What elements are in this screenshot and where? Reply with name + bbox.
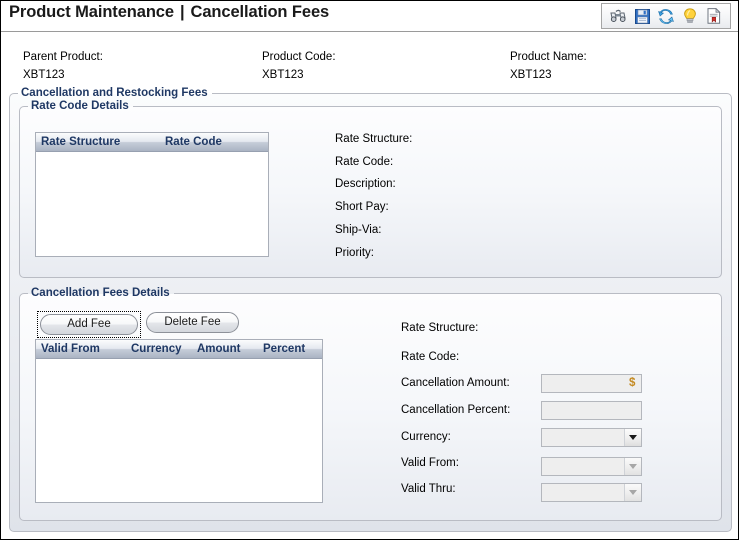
fees-grid-col-valid-from[interactable]: Valid From bbox=[36, 343, 126, 355]
lightbulb-icon[interactable] bbox=[678, 5, 702, 27]
fees-grid-col-currency[interactable]: Currency bbox=[126, 343, 192, 355]
report-icon[interactable] bbox=[702, 5, 726, 27]
page-title-separator: | bbox=[179, 3, 185, 21]
product-name-value: XBT123 bbox=[510, 69, 552, 81]
priority-label: Priority: bbox=[335, 247, 374, 259]
cancellation-and-restocking-fees-legend: Cancellation and Restocking Fees bbox=[21, 87, 208, 99]
fees-grid-col-amount[interactable]: Amount bbox=[192, 343, 258, 355]
description-label: Description: bbox=[335, 178, 396, 190]
title-bar: Product Maintenance | Cancellation Fees bbox=[1, 1, 738, 32]
short-pay-label: Short Pay: bbox=[335, 201, 389, 213]
product-code-label: Product Code: bbox=[262, 51, 336, 63]
product-code-field: Product Code: XBT123 bbox=[262, 50, 336, 82]
product-code-value: XBT123 bbox=[262, 69, 304, 81]
rate-code-grid-header: Rate Structure Rate Code bbox=[36, 133, 268, 152]
application-window: Product Maintenance | Cancellation Fees bbox=[0, 0, 739, 540]
valid-thru-label: Valid Thru: bbox=[401, 483, 456, 495]
page-title-main: Product Maintenance bbox=[9, 3, 174, 21]
product-name-label: Product Name: bbox=[510, 51, 587, 63]
valid-thru-dropdown[interactable] bbox=[541, 483, 642, 502]
delete-fee-button[interactable]: Delete Fee bbox=[146, 312, 239, 333]
parent-product-field: Parent Product: XBT123 bbox=[23, 50, 103, 82]
valid-from-dropdown[interactable] bbox=[541, 457, 642, 476]
rate-code-label: Rate Code: bbox=[335, 156, 394, 168]
toolbar bbox=[601, 3, 731, 29]
binoculars-icon[interactable] bbox=[606, 5, 630, 27]
cancellation-amount-input[interactable] bbox=[541, 374, 642, 393]
currency-label: Currency: bbox=[401, 431, 451, 443]
valid-thru-value bbox=[542, 484, 624, 501]
rate-code-grid-col-rate-structure[interactable]: Rate Structure bbox=[36, 136, 160, 148]
cancellation-fees-grid-header: Valid From Currency Amount Percent bbox=[36, 340, 322, 359]
cancellation-fees-grid-body bbox=[36, 359, 322, 502]
valid-from-label: Valid From: bbox=[401, 457, 459, 469]
fee-rate-code-label: Rate Code: bbox=[401, 351, 460, 363]
fee-rate-structure-label: Rate Structure: bbox=[401, 322, 479, 334]
chevron-down-icon[interactable] bbox=[624, 484, 641, 501]
currency-dropdown[interactable] bbox=[541, 428, 642, 447]
fees-grid-col-percent[interactable]: Percent bbox=[258, 343, 322, 355]
cancellation-fees-grid[interactable]: Valid From Currency Amount Percent bbox=[35, 339, 323, 503]
refresh-icon[interactable] bbox=[654, 5, 678, 27]
chevron-down-icon[interactable] bbox=[624, 429, 641, 446]
rate-code-grid-body bbox=[36, 152, 268, 256]
save-icon[interactable] bbox=[630, 5, 654, 27]
product-name-field: Product Name: XBT123 bbox=[510, 50, 587, 82]
cancellation-fees-details-legend: Cancellation Fees Details bbox=[31, 287, 170, 299]
parent-product-value: XBT123 bbox=[23, 69, 65, 81]
ship-via-label: Ship-Via: bbox=[335, 224, 382, 236]
add-fee-button[interactable]: Add Fee bbox=[40, 314, 138, 335]
currency-dropdown-value bbox=[542, 429, 624, 446]
parent-product-label: Parent Product: bbox=[23, 51, 103, 63]
add-fee-focus-ring: Add Fee bbox=[37, 311, 141, 338]
chevron-down-icon[interactable] bbox=[624, 458, 641, 475]
rate-code-details-legend: Rate Code Details bbox=[31, 100, 129, 112]
cancellation-percent-label: Cancellation Percent: bbox=[401, 404, 511, 416]
rate-code-grid-col-rate-code[interactable]: Rate Code bbox=[160, 136, 268, 148]
valid-from-value bbox=[542, 458, 624, 475]
page-title: Product Maintenance | Cancellation Fees bbox=[9, 3, 329, 22]
rate-structure-label: Rate Structure: bbox=[335, 133, 413, 145]
cancellation-percent-input[interactable] bbox=[541, 401, 642, 420]
rate-code-grid[interactable]: Rate Structure Rate Code bbox=[35, 132, 269, 257]
page-title-sub: Cancellation Fees bbox=[190, 3, 330, 21]
cancellation-amount-label: Cancellation Amount: bbox=[401, 377, 510, 389]
